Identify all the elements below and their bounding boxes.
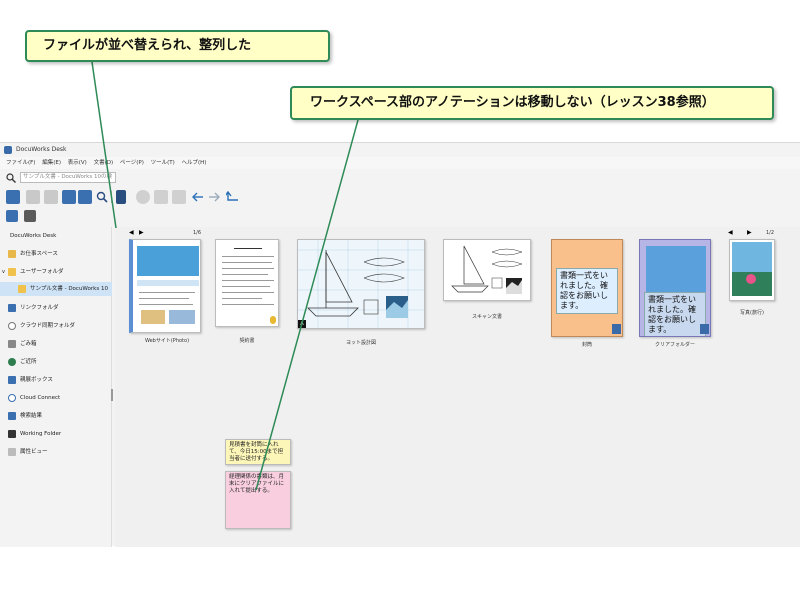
tree-item-workspace[interactable]: お仕事スペース bbox=[0, 247, 112, 261]
up-folder-icon[interactable] bbox=[226, 191, 240, 203]
docuworks-window: DocuWorks Desk ファイル(F) 編集(E) 表示(V) 文書(D)… bbox=[0, 142, 800, 547]
callout-sorted: ファイルが並べ替えられ、整列した bbox=[25, 30, 330, 62]
attribute-view-icon bbox=[8, 448, 16, 456]
back-arrow-icon[interactable] bbox=[192, 192, 204, 202]
menu-document[interactable]: 文書(D) bbox=[94, 160, 114, 166]
settings-icon[interactable] bbox=[6, 210, 18, 222]
clearfolder-text: 書類一式をいれました。確認をお願いします。 bbox=[644, 292, 706, 336]
print-icon[interactable] bbox=[26, 190, 40, 204]
doc-photo-travel[interactable] bbox=[729, 239, 775, 301]
folder-tree-pane: DocuWorks Desk お仕事スペース v ユーザーフォルダ サンプル文書… bbox=[0, 227, 112, 547]
menu-edit[interactable]: 編集(E) bbox=[42, 160, 61, 166]
tree-item-neighbor[interactable]: ご近所 bbox=[0, 355, 112, 369]
doc-label: クリアフォルダー bbox=[654, 342, 695, 348]
pen-icon bbox=[270, 316, 276, 324]
annotation-yellow-note[interactable]: 見積書を封筒に入れて、今日15:00まで担当者に送付する。 bbox=[225, 439, 291, 465]
trash-icon bbox=[8, 340, 16, 348]
tree-item-attribute-view[interactable]: 属性ビュー bbox=[0, 445, 112, 459]
doc-yacht-blueprint[interactable]: A bbox=[297, 239, 425, 329]
tree-item-link-folder[interactable]: リンクフォルダ bbox=[0, 301, 112, 315]
tree-header[interactable]: DocuWorks Desk bbox=[0, 229, 112, 243]
working-folder-icon bbox=[8, 430, 16, 438]
tree-item-search-results[interactable]: 検索結果 bbox=[0, 409, 112, 423]
menu-tools[interactable]: ツール(T) bbox=[151, 160, 175, 166]
tree-item-box[interactable]: 親展ボックス bbox=[0, 373, 112, 387]
cloud-icon bbox=[8, 322, 16, 330]
scan-icon[interactable] bbox=[44, 190, 58, 204]
forward-arrow-icon[interactable] bbox=[208, 192, 220, 202]
menu-help[interactable]: ヘルプ(H) bbox=[182, 160, 207, 166]
neighbor-icon bbox=[8, 358, 16, 366]
view-toggle-icon[interactable] bbox=[6, 190, 20, 204]
doc-label: 封筒 bbox=[581, 342, 592, 348]
tree-item-cloud-sync[interactable]: クラウド同期フォルダ bbox=[0, 319, 112, 333]
workspace-icon bbox=[8, 250, 16, 258]
toolbar-secondary bbox=[0, 209, 800, 225]
docuworks-file-icon bbox=[700, 324, 709, 334]
pane-splitter[interactable] bbox=[111, 389, 113, 401]
menu-page[interactable]: ページ(P) bbox=[120, 160, 144, 166]
title-bar: DocuWorks Desk bbox=[0, 143, 800, 157]
search-icon[interactable] bbox=[6, 173, 16, 183]
page-indicator: 1/2 bbox=[766, 230, 775, 236]
tree-item-user-folder[interactable]: v ユーザーフォルダ bbox=[0, 265, 112, 279]
thumbnail-icon[interactable] bbox=[78, 190, 92, 204]
next-page-icon[interactable]: ▶ bbox=[139, 229, 144, 236]
doc-label: スキャン文書 bbox=[471, 314, 502, 320]
type-badge-icon: A bbox=[298, 320, 306, 328]
tree-item-cloud-connect[interactable]: Cloud Connect bbox=[0, 391, 112, 405]
toolbar bbox=[0, 187, 800, 209]
workspace-area[interactable]: ◀ ▶ 1/6 Webサイト(Photo) 契約書 A ヨット設計図 スキャン文… bbox=[115, 227, 800, 547]
doc-clear-folder[interactable]: 書類一式をいれました。確認をお願いします。 bbox=[639, 239, 711, 337]
cloud-connect-icon bbox=[8, 394, 16, 402]
link-folder-icon bbox=[8, 304, 16, 312]
annotation-pink-note[interactable]: 経理関係の書類は、月末にクリアファイルに入れて提出する。 bbox=[225, 471, 291, 529]
stamp-icon[interactable] bbox=[154, 190, 168, 204]
doc-contract[interactable] bbox=[215, 239, 279, 327]
share-icon[interactable] bbox=[172, 190, 186, 204]
box-icon bbox=[8, 376, 16, 384]
menu-bar: ファイル(F) 編集(E) 表示(V) 文書(D) ページ(P) ツール(T) … bbox=[0, 157, 800, 169]
envelope-text: 書類一式をいれました。確認をお願いします。 bbox=[556, 268, 618, 314]
menu-file[interactable]: ファイル(F) bbox=[6, 160, 35, 166]
app-icon bbox=[4, 146, 12, 154]
doc-label: ヨット設計図 bbox=[345, 340, 376, 346]
prev-page-icon[interactable]: ◀ bbox=[728, 229, 733, 236]
tree-item-working-folder[interactable]: Working Folder bbox=[0, 427, 112, 441]
zoom-icon[interactable] bbox=[96, 191, 108, 203]
tree-item-sample-docs[interactable]: サンプル文書 - DocuWorks 10 bbox=[0, 282, 112, 296]
menu-view[interactable]: 表示(V) bbox=[68, 160, 87, 166]
doc-label: 契約書 bbox=[239, 338, 255, 344]
prev-page-icon[interactable]: ◀ bbox=[129, 229, 134, 236]
search-result-icon bbox=[8, 412, 16, 420]
doc-label: Webサイト(Photo) bbox=[144, 338, 190, 344]
tag-icon[interactable] bbox=[24, 210, 36, 222]
user-icon[interactable] bbox=[136, 190, 150, 204]
doc-envelope[interactable]: 書類一式をいれました。確認をお願いします。 bbox=[551, 239, 623, 337]
folder-icon bbox=[18, 285, 26, 293]
doc-scanned[interactable] bbox=[443, 239, 531, 301]
tree-item-trash[interactable]: ごみ箱 bbox=[0, 337, 112, 351]
next-page-icon[interactable]: ▶ bbox=[747, 229, 752, 236]
doc-label: 写真(旅行) bbox=[740, 310, 764, 316]
viewer-icon[interactable] bbox=[62, 190, 76, 204]
screenshot-root: DocuWorks Desk ファイル(F) 編集(E) 表示(V) 文書(D)… bbox=[0, 0, 800, 600]
align-icon[interactable] bbox=[116, 190, 126, 204]
search-row: サンプル文書 - DocuWorks 10の検 bbox=[0, 171, 800, 185]
page-indicator: 1/6 bbox=[193, 230, 202, 236]
docuworks-file-icon bbox=[612, 324, 621, 334]
search-input[interactable]: サンプル文書 - DocuWorks 10の検 bbox=[20, 172, 116, 183]
doc-web-photo[interactable] bbox=[129, 239, 201, 333]
chevron-down-icon[interactable]: v bbox=[2, 265, 5, 279]
folder-icon bbox=[8, 268, 16, 276]
window-title: DocuWorks Desk bbox=[16, 146, 67, 153]
callout-annotations: ワークスペース部のアノテーションは移動しない（レッスン38参照） bbox=[290, 86, 774, 120]
